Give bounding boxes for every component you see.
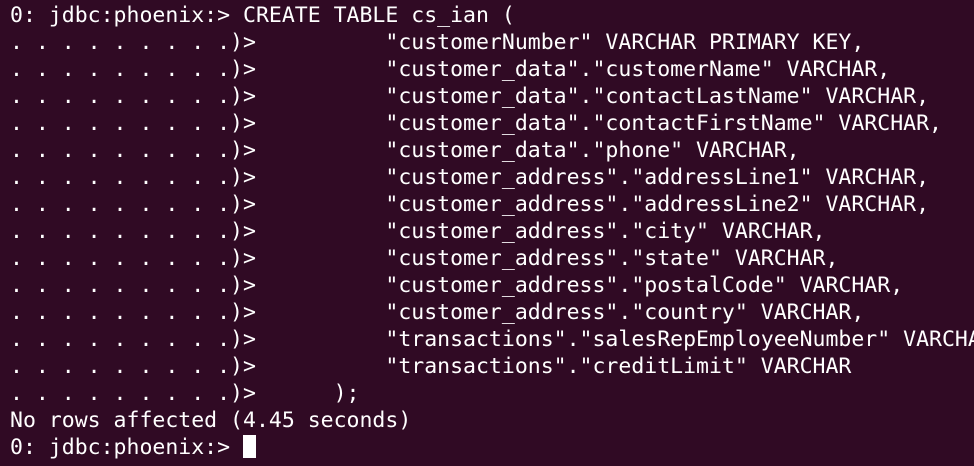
terminal-line: . . . . . . . . .)> "customerNumber" VAR… [10,30,865,55]
terminal-line: . . . . . . . . .)> "transactions"."cred… [10,354,852,379]
terminal-line: . . . . . . . . .)> ); [10,381,360,406]
terminal-line: . . . . . . . . .)> "customer_address"."… [10,300,865,325]
terminal-line: . . . . . . . . .)> "customer_data"."pho… [10,138,800,163]
terminal-line: . . . . . . . . .)> "customer_data"."cus… [10,57,891,82]
prompt-text: 0: jdbc:phoenix:> [10,435,243,460]
terminal-line: . . . . . . . . .)> "transactions"."sale… [10,327,974,352]
terminal-line: 0: jdbc:phoenix:> CREATE TABLE cs_ian ( [10,3,515,28]
active-prompt-line[interactable]: 0: jdbc:phoenix:> [10,434,974,461]
terminal-window[interactable]: 0: jdbc:phoenix:> CREATE TABLE cs_ian ( … [0,0,974,466]
terminal-line: . . . . . . . . .)> "customer_address"."… [10,246,839,271]
text-cursor [243,435,256,458]
terminal-line: . . . . . . . . .)> "customer_address"."… [10,273,904,298]
terminal-line: . . . . . . . . .)> "customer_address"."… [10,219,826,244]
terminal-line: . . . . . . . . .)> "customer_data"."con… [10,111,942,136]
terminal-line: . . . . . . . . .)> "customer_data"."con… [10,84,930,109]
query-result-status: No rows affected (4.45 seconds) [10,408,412,433]
terminal-line: . . . . . . . . .)> "customer_address"."… [10,192,930,217]
terminal-line: . . . . . . . . .)> "customer_address"."… [10,165,930,190]
